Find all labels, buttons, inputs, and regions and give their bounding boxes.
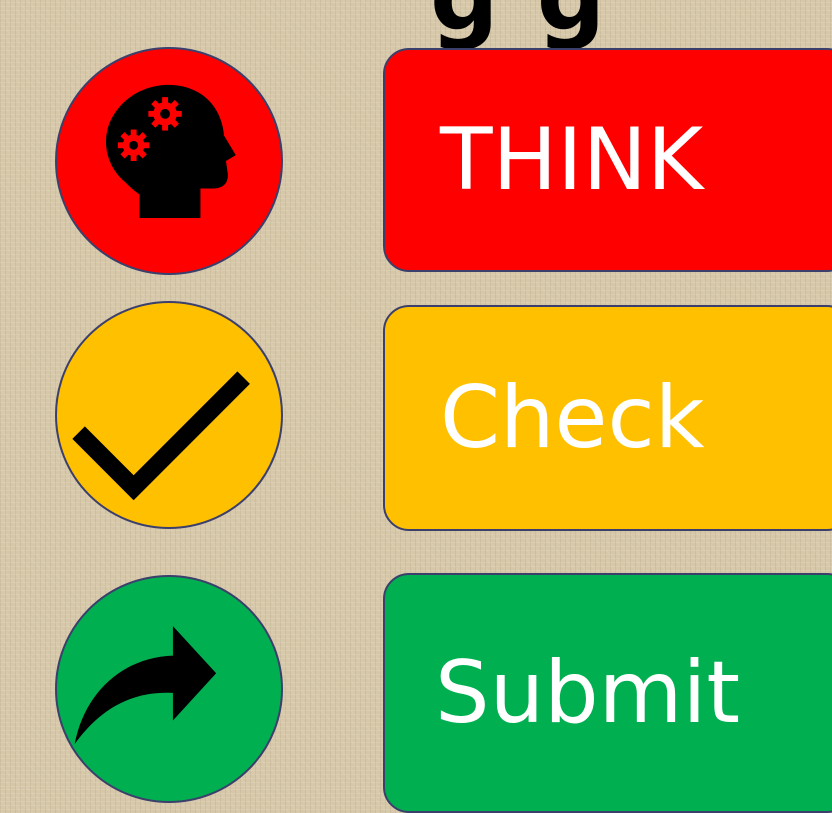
check-step-box[interactable]: Check [383,305,832,531]
submit-step-label: Submit [435,643,741,743]
curved-arrow-icon [74,626,217,745]
think-step-label: THINK [440,110,704,210]
think-step-box[interactable]: THINK [383,48,832,272]
submit-icon-circle [55,575,283,803]
checkmark-icon [72,371,250,501]
submit-step-box[interactable]: Submit [383,573,832,813]
check-icon-circle [55,301,283,529]
head-gears-icon [105,84,236,218]
partial-heading-fragment: g g [430,0,608,52]
think-icon-circle [55,47,283,275]
check-step-label: Check [440,368,705,468]
